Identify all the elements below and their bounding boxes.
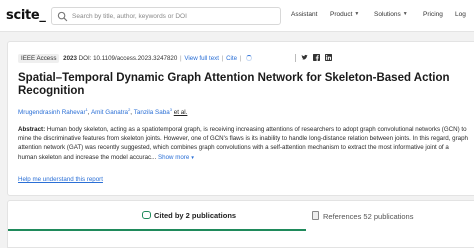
et-al-link[interactable]: et al. [174,109,188,116]
top-navigation-bar: scite_ Assistant Product▼ Solutions▼ Pri… [0,0,474,32]
chevron-down-icon: ▼ [190,154,195,160]
search-input[interactable] [72,9,277,23]
search-box[interactable] [51,7,281,25]
author-name: Tanzila Saba [133,109,170,117]
nav-product[interactable]: Product ▼ [330,11,359,18]
search-icon [57,11,68,22]
show-more-link[interactable]: Show more▼ [158,154,195,161]
nav-assistant[interactable]: Assistant [291,11,317,18]
author-affiliation-sup: 1 [85,107,88,112]
nav-pricing[interactable]: Pricing [423,11,443,18]
year-doi: 2023 DOI: 10.1109/access.2023.3247820 [63,55,177,62]
article-title: Spatial–Temporal Dynamic Graph Attention… [18,72,450,97]
chevron-down-icon: ▼ [354,11,360,17]
cite-link[interactable]: Cite [226,55,237,62]
share-bar [295,54,335,63]
publication-year: 2023 [63,55,77,62]
help-understand-link[interactable]: Help me understand this report [18,176,103,183]
author-name: Mrugendrasinh Rahevar [18,109,86,117]
scite-logo[interactable]: scite_ [6,8,46,23]
author-affiliation-sup: 2 [128,107,131,112]
document-icon [312,211,319,220]
nav-product-label: Product [330,11,353,18]
nav-solutions[interactable]: Solutions ▼ [374,11,408,18]
nav-login[interactable]: Log [455,11,466,18]
author-link[interactable]: Tanzila Saba3 [133,107,172,117]
tab-references[interactable]: References 52 publications [306,201,474,231]
tab-cited-by-label: Cited by 2 publications [154,211,237,220]
divider: | [221,55,224,62]
publisher-badge: IEEE Access [18,54,60,63]
nav-login-label: Log [455,11,466,18]
tab-cited-by[interactable]: Cited by 2 publications [8,201,306,231]
abstract-label: Abstract: [18,126,46,133]
doi-text: DOI: 10.1109/access.2023.3247820 [78,55,178,62]
citation-tabs: Cited by 2 publications References 52 pu… [7,200,474,248]
author-affiliation-sup: 3 [169,107,172,112]
loading-spinner-icon [246,55,253,61]
view-full-text-link[interactable]: View full text [184,55,219,62]
author-name: Amit Ganatra [90,109,129,117]
linkedin-icon[interactable] [324,54,332,63]
abstract-text: Human body skeleton, acting as a spatiot… [18,126,468,161]
nav-assistant-label: Assistant [291,11,318,18]
nav-solutions-label: Solutions [374,11,401,18]
chevron-down-icon: ▼ [402,11,408,17]
chat-bubble-icon [142,211,151,219]
tab-references-label: References 52 publications [323,212,414,221]
divider: | [180,55,182,62]
author-link[interactable]: Amit Ganatra2 [90,107,131,117]
author-list: Mrugendrasinh Rahevar1, Amit Ganatra2, T… [18,107,188,117]
twitter-icon[interactable] [301,54,308,63]
divider: | [239,55,242,62]
facebook-icon[interactable] [312,54,320,63]
divider [295,54,296,62]
article-card: IEEE Access 2023 DOI: 10.1109/access.202… [7,41,474,196]
show-more-label: Show more [158,153,190,161]
article-meta: IEEE Access 2023 DOI: 10.1109/access.202… [18,54,253,65]
nav-pricing-label: Pricing [423,11,443,18]
author-link[interactable]: Mrugendrasinh Rahevar1 [18,107,88,117]
abstract: Abstract: Human body skeleton, acting as… [18,125,468,162]
